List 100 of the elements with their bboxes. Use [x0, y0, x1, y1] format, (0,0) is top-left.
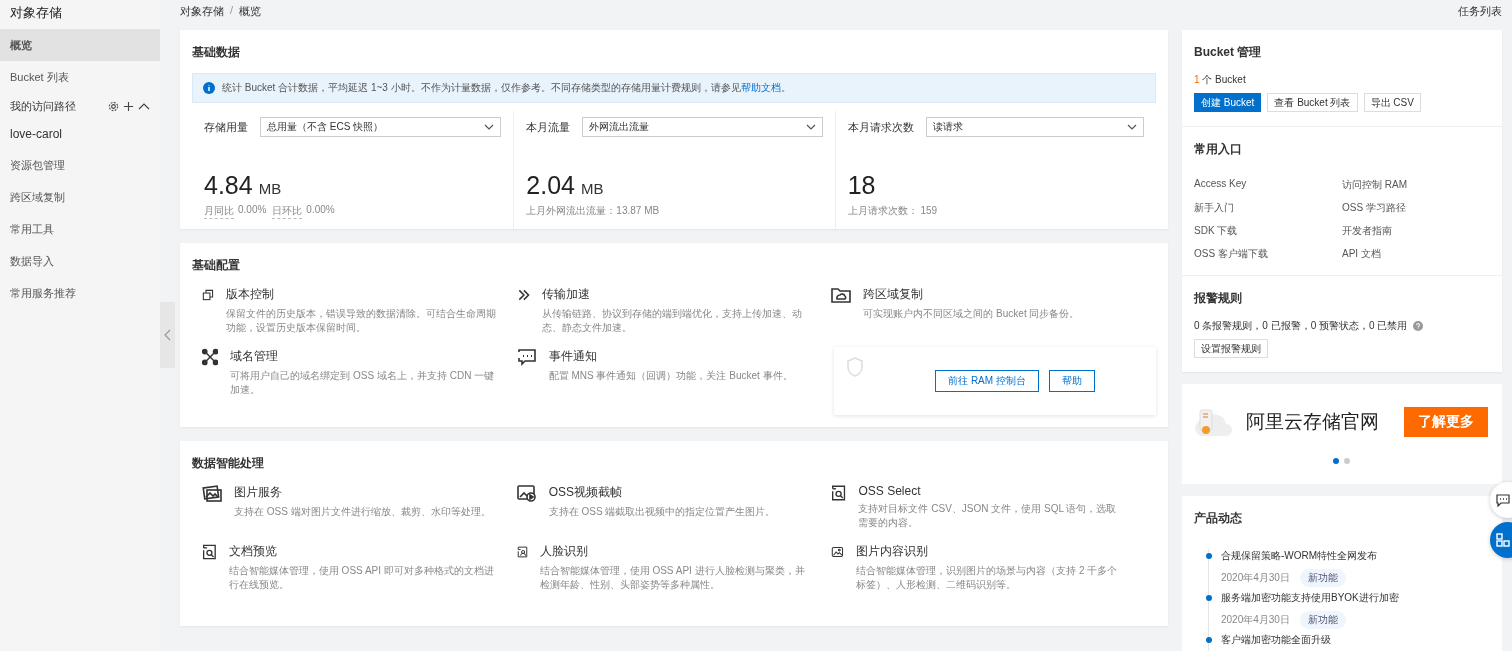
section-label: 我的访问路径	[10, 98, 76, 114]
comparison-label: 月同比	[204, 204, 234, 219]
sidebar-title: 对象存储	[9, 4, 63, 22]
quick-link[interactable]: 开发者指南	[1342, 224, 1490, 238]
quick-link[interactable]: Access Key	[1194, 178, 1342, 192]
feature-description: 结合智能媒体管理，使用 OSS API 进行人脸检测与聚类，并检测年龄、性别、头部姿势等多种属性。	[539, 564, 806, 591]
card-title: 数据智能处理	[192, 455, 265, 472]
chevron-up-icon[interactable]	[138, 102, 150, 110]
feature-description: 支持在 OSS 端截取出视频中的指定位置产生图片。	[548, 505, 776, 519]
shield-icon	[846, 357, 864, 377]
metric-note: 上月外网流出流量：13.87 MB	[526, 204, 660, 218]
news-tag: 新功能	[1299, 611, 1346, 629]
quick-link[interactable]: SDK 下载	[1194, 224, 1342, 238]
feature-description: 保留文件的历史版本，错误导致的数据清除。可结合生命周期功能，设置历史版本保留时间。	[225, 307, 497, 334]
metric-unit: MB	[258, 180, 282, 197]
feature-title[interactable]: 传输加速	[542, 286, 812, 303]
metric-label: 存储用量	[204, 119, 248, 135]
feature-title[interactable]: 文档预览	[228, 543, 497, 560]
bucket-count-label: 个 Bucket	[1202, 74, 1246, 85]
feature-description: 结合智能媒体管理，识别图片的场景与内容（支持 2 千多个标签）、人形检测、二维码识别等。	[856, 564, 1119, 591]
alarm-button[interactable]: 设置报警规则	[1194, 339, 1268, 358]
chevron-down-icon	[484, 124, 495, 130]
metric-value: 4.84	[204, 171, 253, 200]
task-list-link[interactable]: 任务列表	[1458, 4, 1502, 19]
news-title[interactable]: 服务端加密功能支持使用BYOK进行加密	[1221, 591, 1490, 605]
message-icon	[516, 348, 537, 366]
feature-description: 结合智能媒体管理，使用 OSS API 即可对多种格式的文档进行在线预览。	[228, 564, 495, 591]
collapse-handle[interactable]	[160, 302, 175, 368]
card-title: Bucket 管理	[1194, 44, 1263, 61]
metric-value: 18	[847, 171, 876, 200]
card-title: 基础配置	[192, 257, 241, 274]
metric-select[interactable]: 总用量（不含 ECS 快照）	[260, 117, 502, 137]
person-card-icon	[516, 543, 528, 561]
quick-link[interactable]: OSS 客户端下载	[1194, 247, 1342, 261]
overlay-button[interactable]: 帮助	[1048, 370, 1095, 392]
feature-description: 配置 MNS 事件通知（回调）功能，关注 Bucket 事件。	[548, 369, 793, 383]
document-search-icon	[831, 484, 847, 502]
chat-icon	[1496, 493, 1510, 507]
banner-title: 阿里云存储官网	[1246, 410, 1380, 434]
carousel-dot[interactable]	[1343, 458, 1350, 464]
quick-link[interactable]: 访问控制 RAM	[1342, 178, 1490, 192]
card-title: 常用入口	[1194, 141, 1243, 158]
network-nodes-icon	[202, 348, 219, 366]
alarm-summary: 0 条报警规则，0 已报警，0 预警状态，0 已禁用	[1194, 319, 1408, 333]
breadcrumb-link[interactable]: 对象存储	[180, 4, 224, 19]
feature-title[interactable]: OSS Select	[858, 484, 1126, 498]
info-icon	[203, 82, 215, 94]
chevron-down-icon	[805, 124, 816, 130]
breadcrumb-separator: /	[230, 4, 234, 18]
feature-description: 可将用户自己的域名绑定到 OSS 域名上，并支持 CDN 一键加速。	[230, 369, 496, 396]
sidebar-item[interactable]: 概览	[0, 29, 160, 61]
photos-icon	[202, 484, 222, 502]
feature-title[interactable]: 版本控制	[225, 286, 497, 303]
carousel-dot[interactable]	[1332, 458, 1339, 464]
timeline-dot	[1206, 595, 1212, 601]
help-icon[interactable]	[1413, 321, 1424, 331]
card-title: 基础数据	[192, 44, 241, 61]
news-tag: 新功能	[1299, 569, 1346, 587]
metric-select[interactable]: 读请求	[925, 117, 1144, 137]
plus-icon[interactable]	[123, 100, 134, 112]
news-title[interactable]: 客户端加密功能全面升级	[1221, 633, 1490, 647]
feature-title[interactable]: 图片内容识别	[856, 543, 1126, 560]
news-title[interactable]: 合规保留策略-WORM特性全网发布	[1221, 549, 1490, 563]
bucket-button[interactable]: 导出 CSV	[1363, 93, 1421, 112]
timeline-dot	[1206, 637, 1212, 643]
breadcrumb-current: 概览	[239, 4, 262, 19]
metric-unit: MB	[581, 180, 604, 197]
document-search-icon	[202, 543, 217, 561]
feature-title[interactable]: 图片服务	[234, 484, 491, 501]
chevron-down-icon	[1127, 124, 1137, 130]
feature-description: 可实现账户内不同区域之间的 Bucket 同步备份。	[863, 307, 1080, 321]
news-date: 2020年4月30日	[1221, 571, 1290, 585]
bucket-button[interactable]: 创建 Bucket	[1194, 93, 1262, 112]
quick-link[interactable]: API 文档	[1342, 247, 1490, 261]
feature-description: 支持在 OSS 端对图片文件进行缩放、裁剪、水印等处理。	[234, 505, 491, 519]
notice-text: 统计 Bucket 合计数据，平均延迟 1~3 小时。不作为计量数据，仅作参考。不同存储类型的存储用量计费规则，请参见帮助文档。	[222, 81, 791, 95]
metric-label: 本月请求次数	[847, 119, 914, 135]
comparison-label: 日环比	[272, 204, 303, 219]
bucket-button[interactable]: 查看 Bucket 列表	[1267, 93, 1358, 112]
feature-description: 支持对目标文件 CSV、JSON 文件，使用 SQL 语句，选取需要的内容。	[858, 502, 1118, 529]
bucket-count: 1	[1194, 74, 1200, 85]
feature-title[interactable]: OSS视频截帧	[548, 484, 776, 501]
card-title: 产品动态	[1194, 510, 1243, 527]
metric-select[interactable]: 外网流出流量	[582, 117, 823, 137]
feature-title[interactable]: 域名管理	[230, 348, 497, 365]
feature-title[interactable]: 事件通知	[548, 348, 793, 365]
settings-icon[interactable]	[108, 100, 119, 112]
metric-note: 上月请求次数： 159	[847, 204, 938, 218]
folder-cloud-icon	[831, 286, 852, 304]
feature-title[interactable]: 跨区域复制	[863, 286, 1080, 303]
grid-icon	[1496, 533, 1510, 547]
metric-label: 本月流量	[526, 119, 571, 135]
timeline-dot	[1206, 553, 1212, 559]
metric-value: 2.04	[526, 171, 575, 200]
overlay-button[interactable]: 前往 RAM 控制台	[935, 370, 1039, 392]
comparison-value: 0.00%	[238, 204, 267, 217]
quick-link[interactable]: 新手入门	[1194, 201, 1342, 215]
quick-link[interactable]: OSS 学习路径	[1342, 201, 1490, 215]
feature-title[interactable]: 人脸识别	[539, 543, 812, 560]
help-doc-link[interactable]: 帮助文档	[740, 82, 781, 93]
